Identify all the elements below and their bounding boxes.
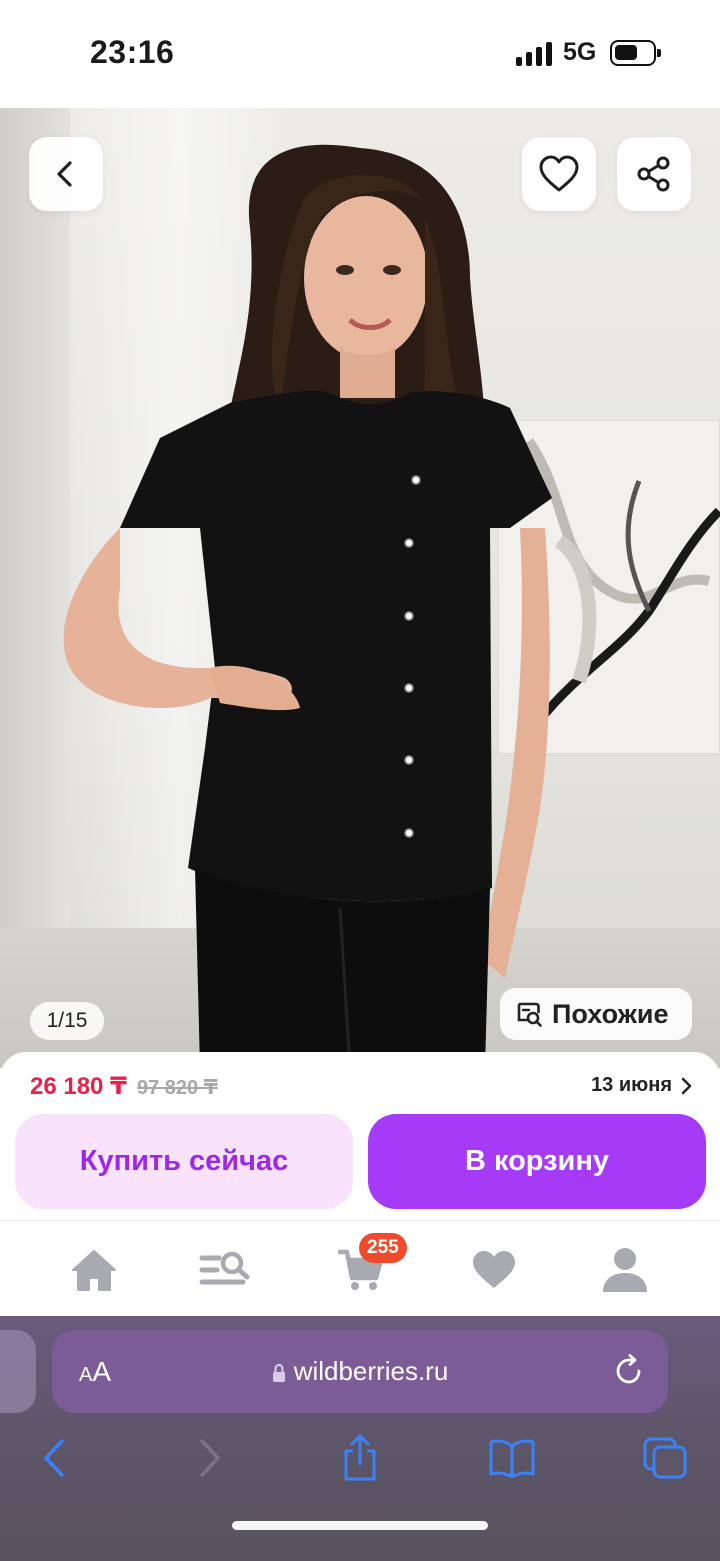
reload-button[interactable] (612, 1354, 646, 1393)
purchase-panel: 26 180 ₸ 97 820 ₸ 13 июня Купить сейчас … (0, 1052, 720, 1220)
delivery-date: 13 июня (591, 1074, 672, 1096)
back-arrow-icon[interactable] (40, 1438, 68, 1478)
app-tab-bar: 255 (0, 1220, 720, 1316)
back-button[interactable] (29, 137, 103, 211)
address-bar[interactable]: AA wildberries.ru (52, 1330, 668, 1413)
url-field[interactable]: wildberries.ru (52, 1356, 668, 1387)
share-button[interactable] (617, 137, 691, 211)
tab-catalog[interactable] (198, 1243, 252, 1297)
profile-icon (603, 1248, 647, 1292)
signal-icon (516, 42, 552, 66)
bookmarks-icon[interactable] (488, 1438, 536, 1478)
status-bar: 23:16 5G (0, 0, 720, 108)
heart-outline-icon (539, 155, 579, 192)
home-indicator (232, 1521, 488, 1530)
model-figure (63, 144, 552, 1068)
network-type: 5G (563, 38, 597, 66)
share-icon (637, 156, 670, 192)
image-counter: 1/15 (30, 1002, 104, 1040)
tabs-icon[interactable] (642, 1436, 688, 1480)
lock-icon (272, 1363, 285, 1382)
tab-home[interactable] (67, 1243, 121, 1297)
price-row: 26 180 ₸ 97 820 ₸ 13 июня (30, 1072, 692, 1102)
old-price: 97 820 ₸ (137, 1077, 218, 1099)
status-time: 23:16 (90, 34, 175, 70)
catalog-search-icon (199, 1251, 250, 1285)
product-image[interactable]: 1/15 Похожие (0, 108, 720, 1068)
previous-tab-peek[interactable] (0, 1330, 36, 1413)
buy-now-button[interactable]: Купить сейчас (15, 1114, 353, 1209)
delivery-date-link[interactable]: 13 июня (591, 1074, 692, 1097)
share-icon[interactable] (340, 1434, 380, 1482)
favorite-button[interactable] (522, 137, 596, 211)
tab-profile[interactable] (598, 1243, 652, 1297)
home-icon (72, 1250, 116, 1291)
similar-button[interactable]: Похожие (500, 988, 692, 1040)
tab-favorites[interactable] (467, 1243, 521, 1297)
cart-count-badge: 255 (359, 1233, 407, 1263)
chevron-left-icon (57, 161, 72, 187)
chevron-right-icon (681, 1077, 692, 1094)
image-search-icon (517, 1002, 542, 1027)
heart-icon (473, 1251, 515, 1288)
add-to-cart-button[interactable]: В корзину (368, 1114, 706, 1209)
reload-icon (616, 1354, 641, 1384)
current-price: 26 180 ₸ (30, 1073, 127, 1100)
url-text: wildberries.ru (293, 1356, 449, 1386)
similar-label: Похожие (552, 998, 669, 1029)
battery-icon (610, 40, 661, 66)
forward-arrow-icon[interactable] (196, 1438, 224, 1478)
